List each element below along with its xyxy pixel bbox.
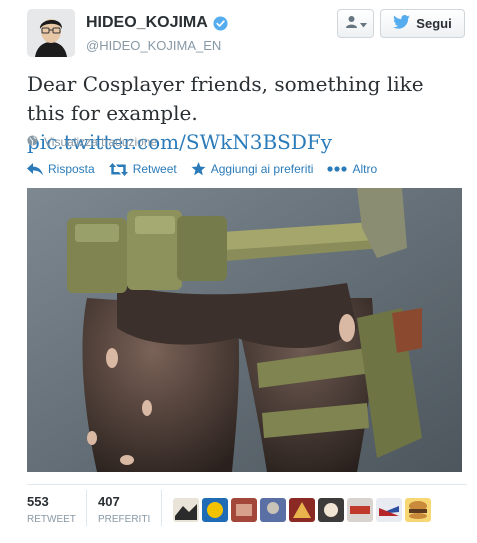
favorite-count: 407 (98, 494, 120, 509)
retweet-button[interactable]: Retweet (108, 162, 177, 176)
bird-icon (393, 15, 411, 32)
reply-label: Risposta (48, 162, 95, 176)
tweet-card: HIDEO_KOJIMA @HIDEO_KOJIMA_EN Segui Dear… (0, 0, 477, 543)
favoriter-avatar[interactable] (260, 498, 286, 522)
tweet-photo[interactable] (27, 188, 462, 472)
favoriter-avatar[interactable] (231, 498, 257, 522)
favoriter-avatar[interactable] (318, 498, 344, 522)
verified-badge-icon (213, 15, 228, 31)
stats-divider (27, 484, 467, 485)
favoriter-avatar[interactable] (376, 498, 402, 522)
user-handle[interactable]: @HIDEO_KOJIMA_EN (86, 38, 221, 53)
tweet-body: Dear Cosplayer friends, something like t… (27, 72, 424, 125)
favoriter-avatar[interactable] (289, 498, 315, 522)
retweet-stat[interactable]: 553 RETWEET (27, 494, 76, 525)
favorite-button[interactable]: Aggiungi ai preferiti (191, 162, 314, 176)
retweet-stat-label: RETWEET (27, 514, 76, 525)
user-avatar[interactable] (27, 9, 75, 57)
follow-button-label: Segui (416, 16, 452, 31)
favorite-label: Aggiungi ai preferiti (210, 162, 314, 176)
favoriter-avatar[interactable] (405, 498, 431, 522)
retweet-count: 553 (27, 494, 49, 509)
favorite-stat-label: PREFERITI (98, 514, 151, 525)
retweet-label: Retweet (132, 162, 177, 176)
user-actions-dropdown[interactable] (337, 9, 374, 38)
reply-icon (27, 162, 43, 176)
retweet-icon (108, 162, 128, 176)
favoriters-avatars (173, 498, 431, 522)
tweet-actions: Risposta Retweet Aggiungi ai preferiti A… (27, 160, 391, 178)
more-button[interactable]: Altro (327, 162, 377, 176)
user-icon (345, 15, 358, 33)
more-label: Altro (352, 162, 378, 176)
favoriter-avatar[interactable] (347, 498, 373, 522)
star-icon (191, 162, 206, 176)
favorite-stat[interactable]: 407 PREFERITI (98, 494, 150, 525)
caret-down-icon (359, 15, 367, 33)
user-name[interactable]: HIDEO_KOJIMA (86, 14, 208, 32)
translate-link[interactable]: Visualizza traduzione (27, 135, 157, 149)
translate-label: Visualizza traduzione (44, 135, 158, 149)
follow-button[interactable]: Segui (380, 9, 465, 38)
reply-button[interactable]: Risposta (27, 162, 95, 176)
user-fullname[interactable]: HIDEO_KOJIMA (86, 14, 228, 32)
stat-separator (161, 490, 162, 526)
stat-separator (86, 490, 87, 526)
globe-icon (27, 135, 38, 149)
more-dots-icon (327, 166, 348, 172)
favoriter-avatar[interactable] (202, 498, 228, 522)
favoriter-avatar[interactable] (173, 498, 199, 522)
